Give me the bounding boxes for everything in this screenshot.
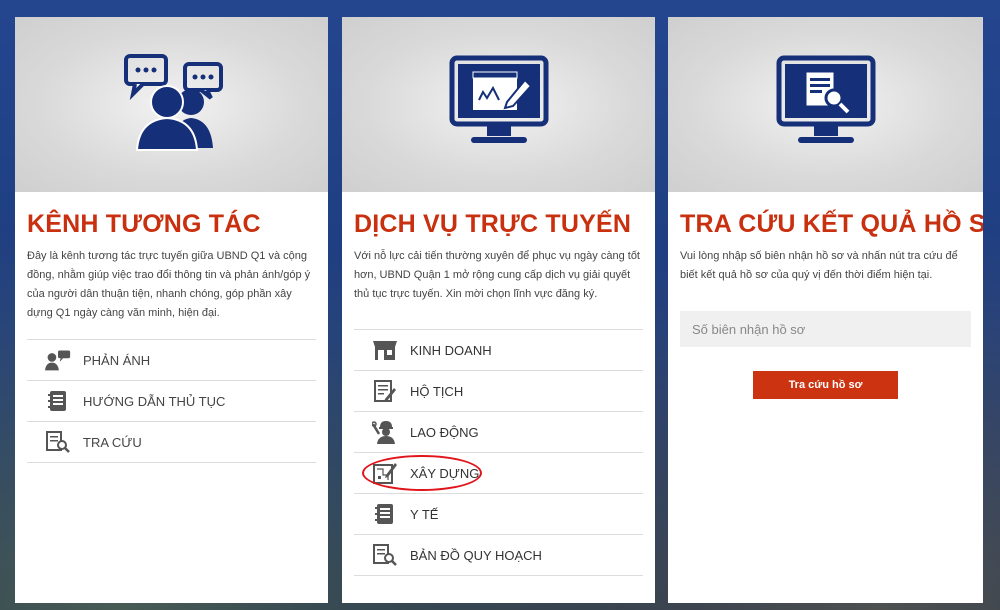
card-hero xyxy=(15,17,328,192)
planning-map-icon xyxy=(372,542,398,568)
feedback-person-icon xyxy=(45,347,71,373)
menu-item-construction[interactable]: XÂY DỰNG xyxy=(354,453,643,494)
card-interaction-channel: KÊNH TƯƠNG TÁC Đây là kênh tương tác trự… xyxy=(15,17,328,603)
card-description: Với nỗ lực cải tiến thường xuyên để phục… xyxy=(354,250,640,300)
search-record-button[interactable]: Tra cứu hồ sơ xyxy=(753,371,898,399)
menu-item-label: Y TẾ xyxy=(410,506,439,522)
card-title: TRA CỨU KẾT QUẢ HỒ SƠ xyxy=(680,210,983,238)
interaction-menu: PHẢN ÁNH HƯỚNG DẪN THỦ TỤC TRA CỨU xyxy=(27,339,316,463)
menu-item-feedback[interactable]: PHẢN ÁNH xyxy=(27,340,316,381)
menu-item-label: TRA CỨU xyxy=(83,434,142,450)
menu-item-label: LAO ĐỘNG xyxy=(410,424,479,440)
card-record-lookup: TRA CỨU KẾT QUẢ HỒ SƠ Vui lòng nhập số b… xyxy=(668,17,983,603)
menu-item-label: BẢN ĐỒ QUY HOẠCH xyxy=(410,547,542,563)
menu-item-label: HỘ TỊCH xyxy=(410,383,464,399)
card-title: DỊCH VỤ TRỰC TUYẾN xyxy=(354,210,632,238)
card-hero xyxy=(342,17,655,192)
menu-item-planning-map[interactable]: BẢN ĐỒ QUY HOẠCH xyxy=(354,535,643,576)
card-description: Vui lòng nhập số biên nhận hồ sơ và nhấn… xyxy=(680,250,958,281)
services-menu: KINH DOANH HỘ TỊCH LAO ĐỘNG XÂY DỰNG Y T… xyxy=(354,329,643,576)
lookup-document-icon xyxy=(45,429,71,455)
menu-item-procedure-guide[interactable]: HƯỚNG DẪN THỦ TỤC xyxy=(27,381,316,422)
card-title: KÊNH TƯƠNG TÁC xyxy=(27,210,261,238)
card-online-services: DỊCH VỤ TRỰC TUYẾN Với nỗ lực cải tiến t… xyxy=(342,17,655,603)
guide-book-icon xyxy=(45,388,71,414)
card-hero xyxy=(668,17,983,192)
storefront-icon xyxy=(372,337,398,363)
menu-item-label: KINH DOANH xyxy=(410,342,492,358)
menu-item-label: PHẢN ÁNH xyxy=(83,352,151,368)
civil-record-icon xyxy=(372,378,398,404)
menu-item-label: HƯỚNG DẪN THỦ TỤC xyxy=(83,393,226,409)
menu-item-business[interactable]: KINH DOANH xyxy=(354,330,643,371)
people-chat-icon xyxy=(117,52,227,157)
menu-item-lookup[interactable]: TRA CỨU xyxy=(27,422,316,463)
monitor-edit-icon xyxy=(449,54,549,155)
health-book-icon xyxy=(372,501,398,527)
record-number-input[interactable] xyxy=(680,311,971,347)
worker-icon xyxy=(372,419,398,445)
blueprint-icon xyxy=(372,460,398,486)
card-description: Đây là kênh tương tác trực tuyến giữa UB… xyxy=(27,250,311,319)
menu-item-label: XÂY DỰNG xyxy=(410,465,480,481)
menu-item-health[interactable]: Y TẾ xyxy=(354,494,643,535)
menu-item-labor[interactable]: LAO ĐỘNG xyxy=(354,412,643,453)
menu-item-civil-status[interactable]: HỘ TỊCH xyxy=(354,371,643,412)
monitor-search-icon xyxy=(776,54,876,155)
